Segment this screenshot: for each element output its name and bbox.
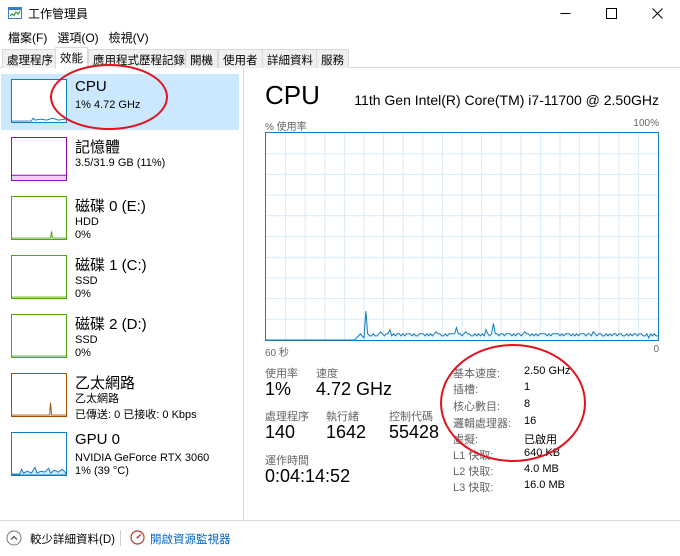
annotation-circle-cpu bbox=[50, 64, 168, 130]
spec-l2-label: L2 快取: bbox=[453, 466, 494, 478]
resource-detail: 乙太網路 bbox=[75, 393, 119, 405]
menu-bar: 檔案(F) 選項(O) 檢視(V) bbox=[0, 26, 680, 46]
window-title: 工作管理員 bbox=[28, 7, 89, 21]
menu-file[interactable]: 檔案(F) bbox=[4, 26, 53, 46]
minimize-button[interactable] bbox=[542, 0, 588, 26]
tab-performance[interactable]: 效能 bbox=[55, 47, 88, 69]
uptime-value: 0:04:14:52 bbox=[265, 466, 351, 486]
collapse-icon[interactable] bbox=[6, 530, 22, 546]
resource-usage: 0% bbox=[75, 347, 91, 359]
processes-value: 140 bbox=[265, 422, 296, 442]
maximize-button[interactable] bbox=[588, 0, 634, 26]
footer-divider bbox=[120, 530, 121, 546]
title-bar[interactable]: 工作管理員 bbox=[0, 0, 680, 26]
cpu-usage-chart bbox=[266, 133, 658, 340]
graph-time-end: 0 bbox=[653, 344, 659, 355]
task-manager-icon bbox=[8, 7, 22, 19]
resource-usage: 1% (39 °C) bbox=[75, 465, 129, 477]
resource-list: CPU 1% 4.72 GHz 記憶體 3.5/31.9 GB (11%) 磁碟… bbox=[0, 68, 244, 520]
menu-options[interactable]: 選項(O) bbox=[53, 26, 104, 46]
handles-value: 55428 bbox=[389, 422, 440, 442]
open-resource-monitor-link[interactable]: 開啟資源監視器 bbox=[150, 531, 231, 547]
usage-value: 1% bbox=[265, 379, 292, 399]
cpu-usage-graph bbox=[265, 132, 659, 341]
resource-ethernet[interactable]: 乙太網路 乙太網路 已傳送: 0 已接收: 0 Kbps bbox=[1, 368, 239, 424]
resource-usage: 已傳送: 0 已接收: 0 Kbps bbox=[75, 409, 197, 421]
close-button[interactable] bbox=[634, 0, 680, 26]
spec-l3-label: L3 快取: bbox=[453, 482, 494, 494]
cpu-model: 11th Gen Intel(R) Core(TM) i7-11700 @ 2.… bbox=[354, 92, 659, 108]
minimize-icon bbox=[560, 12, 570, 14]
maximize-icon bbox=[605, 7, 617, 19]
graph-label-usage: % 使用率 bbox=[265, 122, 307, 133]
spec-l3-value: 16.0 MB bbox=[524, 479, 565, 491]
resource-title: 磁碟 0 (E:) bbox=[75, 198, 146, 215]
resource-gpu-0[interactable]: GPU 0 NVIDIA GeForce RTX 3060 1% (39 °C) bbox=[1, 427, 239, 483]
resource-disk-2[interactable]: 磁碟 2 (D:) SSD 0% bbox=[1, 309, 239, 365]
disk-0-thumbnail bbox=[11, 196, 67, 240]
disk-2-thumbnail bbox=[11, 314, 67, 358]
fewer-details-button[interactable]: 較少詳細資料(D) bbox=[30, 531, 115, 547]
resource-title: 乙太網路 bbox=[75, 375, 136, 392]
ethernet-thumbnail bbox=[11, 373, 67, 417]
resource-usage: 0% bbox=[75, 229, 91, 241]
resource-title: 磁碟 2 (D:) bbox=[75, 316, 147, 333]
tab-startup[interactable]: 開機 bbox=[185, 49, 218, 68]
resource-title: 磁碟 1 (C:) bbox=[75, 257, 147, 274]
graph-time-start: 60 秒 bbox=[265, 348, 289, 359]
tab-services[interactable]: 服務 bbox=[316, 49, 349, 68]
memory-thumbnail bbox=[11, 137, 67, 181]
footer-bar: 較少詳細資料(D) 開啟資源監視器 bbox=[0, 520, 680, 556]
resource-usage: 0% bbox=[75, 288, 91, 300]
resource-detail: SSD bbox=[75, 334, 98, 346]
annotation-circle-specs bbox=[440, 344, 586, 462]
tab-users[interactable]: 使用者 bbox=[218, 49, 263, 68]
menu-view[interactable]: 檢視(V) bbox=[105, 26, 155, 46]
tab-details[interactable]: 詳細資料 bbox=[262, 49, 318, 68]
resource-disk-1[interactable]: 磁碟 1 (C:) SSD 0% bbox=[1, 250, 239, 306]
resource-title: 記憶體 bbox=[75, 139, 121, 156]
gpu-0-thumbnail bbox=[11, 432, 67, 476]
speed-value: 4.72 GHz bbox=[316, 379, 393, 399]
resource-detail: HDD bbox=[75, 216, 99, 228]
threads-value: 1642 bbox=[326, 422, 367, 442]
resource-title: GPU 0 bbox=[75, 431, 121, 448]
resource-detail: NVIDIA GeForce RTX 3060 bbox=[75, 452, 210, 464]
page-title: CPU bbox=[265, 80, 320, 110]
resource-disk-0[interactable]: 磁碟 0 (E:) HDD 0% bbox=[1, 191, 239, 247]
cpu-detail-panel: CPU 11th Gen Intel(R) Core(TM) i7-11700 … bbox=[245, 68, 680, 520]
spec-l2-value: 4.0 MB bbox=[524, 463, 559, 475]
resource-detail: SSD bbox=[75, 275, 98, 287]
resource-detail: 3.5/31.9 GB (11%) bbox=[75, 157, 166, 169]
resource-monitor-icon[interactable] bbox=[130, 530, 145, 545]
graph-label-max: 100% bbox=[633, 118, 659, 129]
tab-processes[interactable]: 處理程序 bbox=[2, 49, 58, 68]
close-icon bbox=[651, 7, 663, 19]
disk-1-thumbnail bbox=[11, 255, 67, 299]
resource-memory[interactable]: 記憶體 3.5/31.9 GB (11%) bbox=[1, 132, 239, 188]
